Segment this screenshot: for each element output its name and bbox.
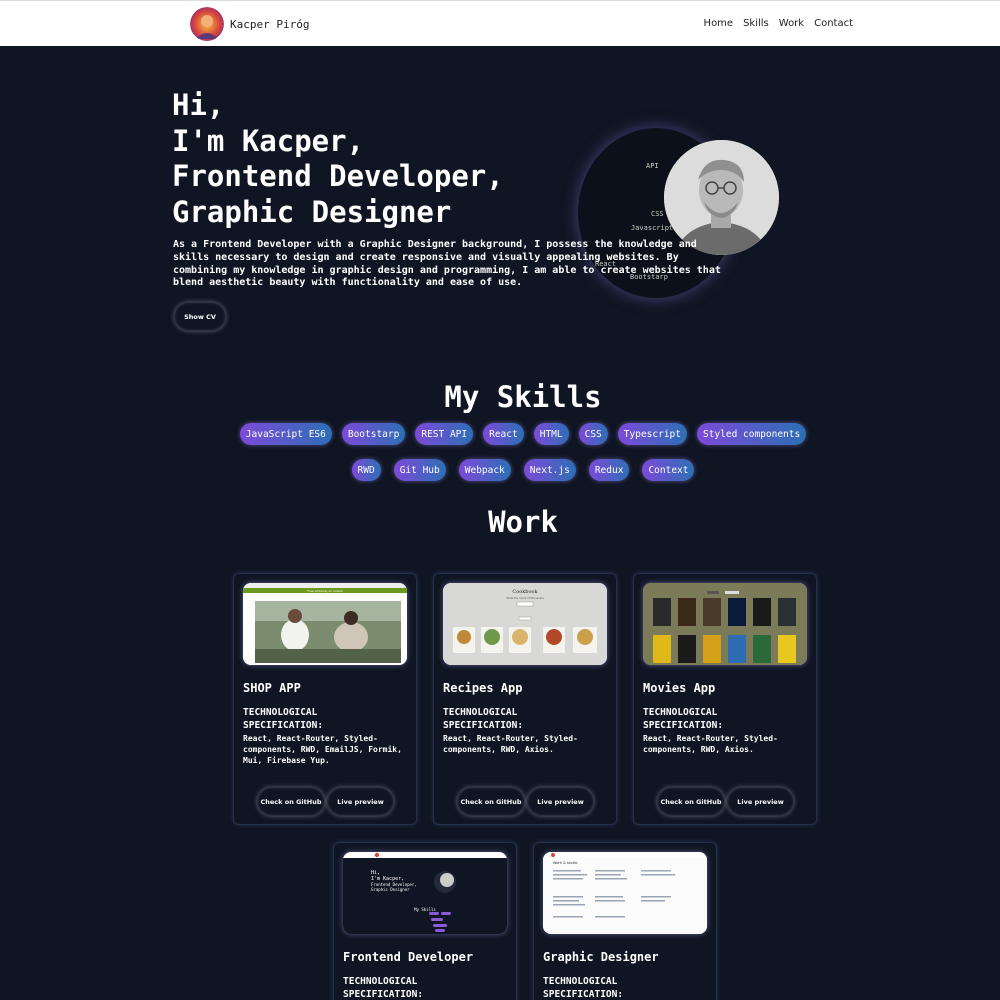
nav-link-home[interactable]: Home	[704, 18, 734, 29]
skill-chip: Bootstarp	[341, 423, 406, 445]
project-thumbnail-frontend[interactable]: Hi, I'm Kacper, Frontend Developer, Grap…	[343, 852, 507, 934]
recipes-thumb-tagline: Write the name of the recipe	[506, 596, 544, 600]
logo-avatar	[190, 7, 224, 41]
hero-line-role2: Graphic Designer	[172, 194, 452, 229]
skills-heading: My Skills	[444, 380, 602, 414]
project-spec-label: TECHNOLOGICAL SPECIFICATION:	[543, 976, 624, 1000]
top-navbar: Kacper Piróg Home Skills Work Contact	[0, 0, 1000, 46]
project-thumbnail-shop[interactable]: Free shipping on orders	[243, 583, 407, 665]
project-thumbnail-recipes[interactable]: Cookbook Write the name of the recipe	[443, 583, 607, 665]
project-title: Recipes App	[443, 681, 523, 695]
brand[interactable]: Kacper Piróg	[190, 7, 309, 41]
project-title: SHOP APP	[243, 681, 301, 695]
skill-chip: JavaScript ES6	[239, 423, 332, 445]
github-button[interactable]: Check on GitHub	[457, 787, 525, 816]
project-stack: React, React-Router, Styled-components, …	[643, 734, 778, 754]
project-title: Frontend Developer	[343, 950, 474, 964]
project-stack: React, React-Router, Styled-components, …	[243, 734, 402, 765]
shop-banner-text: Free shipping on orders	[307, 589, 343, 593]
skill-chip: REST API	[415, 423, 474, 445]
project-title: Graphic Designer	[543, 950, 659, 964]
project-spec-label: TECHNOLOGICAL SPECIFICATION:	[343, 976, 424, 1000]
skill-chip: Webpack	[458, 459, 511, 481]
fe-thumb-skills: My Skills	[414, 907, 436, 912]
profile-photo	[664, 140, 779, 255]
project-thumbnail-graphic[interactable]: Work & studio	[543, 852, 707, 934]
skill-chip: Context	[642, 459, 695, 481]
brand-name: Kacper Piróg	[230, 17, 310, 31]
github-button[interactable]: Check on GitHub	[657, 787, 725, 816]
work-heading: Work	[488, 505, 558, 539]
live-preview-button[interactable]: Live preview	[727, 787, 794, 816]
skill-chip: Styled components	[696, 423, 807, 445]
hero-description: As a Frontend Developer with a Graphic D…	[173, 239, 721, 289]
orbit-label-api: API	[646, 162, 659, 170]
skill-chip: RWD	[351, 459, 381, 481]
project-thumbnail-movies[interactable]	[643, 583, 807, 665]
skills-row-2: RWD Git Hub Webpack Next.js Redux Contex…	[0, 459, 1000, 481]
fe-thumb-role2: Graphic Designer	[371, 887, 410, 892]
project-card-shop: Free shipping on orders SHOP APP TECHNOL…	[233, 573, 417, 825]
github-button[interactable]: Check on GitHub	[257, 787, 325, 816]
skill-chip: HTML	[533, 423, 569, 445]
skill-chip: CSS	[578, 423, 608, 445]
nav-link-skills[interactable]: Skills	[743, 18, 769, 29]
project-spec-label: TECHNOLOGICAL SPECIFICATION:	[643, 707, 724, 731]
skill-chip: Typescript	[617, 423, 687, 445]
skills-row-1: JavaScript ES6 Bootstarp REST API React …	[0, 423, 1000, 445]
skill-chip: Redux	[588, 459, 630, 481]
project-title: Movies App	[643, 681, 716, 695]
hero-line-hi: Hi,	[172, 88, 225, 122]
project-spec-label: TECHNOLOGICAL SPECIFICATION:	[243, 707, 324, 731]
project-card-frontend: Hi, I'm Kacper, Frontend Developer, Grap…	[333, 842, 517, 1000]
live-preview-button[interactable]: Live preview	[327, 787, 394, 816]
show-cv-button[interactable]: Show CV	[174, 302, 226, 331]
live-preview-button[interactable]: Live preview	[527, 787, 594, 816]
nav-link-work[interactable]: Work	[779, 18, 804, 29]
nav-link-contact[interactable]: Contact	[814, 18, 853, 29]
project-card-movies: Movies App TECHNOLOGICAL SPECIFICATION: …	[633, 573, 817, 825]
orbit-label-javascript: Javascript	[631, 224, 674, 232]
hero-line-role1: Frontend Developer,	[172, 159, 504, 193]
orbit-label-css: CSS	[651, 210, 664, 218]
skill-chip: Git Hub	[393, 459, 446, 481]
nav-links: Home Skills Work Contact	[704, 18, 853, 29]
project-stack: React, React-Router, Styled-components, …	[443, 734, 578, 754]
skill-chip: React	[483, 423, 524, 445]
skill-chip: Next.js	[523, 459, 576, 481]
project-card-graphic: Work & studio Graphic Designer TECHNOLOG…	[533, 842, 717, 1000]
gd-thumb-title: Work & studio	[553, 861, 578, 865]
project-card-recipes: Cookbook Write the name of the recipe Re…	[433, 573, 617, 825]
recipes-thumb-title: Cookbook	[512, 589, 538, 595]
hero-line-name: I'm Kacper,	[172, 123, 365, 158]
hero-heading: Hi, I'm Kacper, Frontend Developer, Grap…	[172, 88, 504, 230]
project-spec-label: TECHNOLOGICAL SPECIFICATION:	[443, 707, 524, 731]
